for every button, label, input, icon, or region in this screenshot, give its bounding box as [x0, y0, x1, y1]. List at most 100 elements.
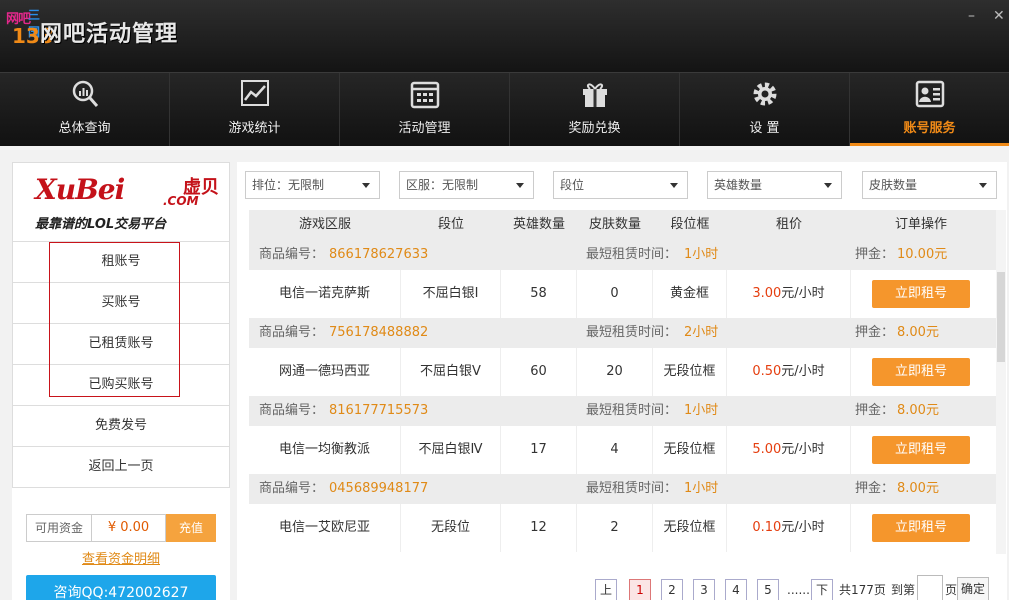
nav-reward-exchange[interactable]: 奖励兑换	[510, 73, 680, 147]
item-no-label: 商品编号：	[259, 325, 325, 340]
column-header-price: 租价	[775, 217, 802, 232]
brand-domain: .COM	[163, 194, 199, 208]
page-number-input[interactable]	[917, 575, 943, 600]
fund-row: 可用资金 ¥ 0.00 充值	[26, 514, 216, 542]
fund-label: 可用资金	[26, 514, 92, 542]
prev-page-button[interactable]: 上	[595, 579, 617, 600]
pager-ellipsis: ......	[787, 583, 810, 597]
price-value: 3.00	[752, 286, 782, 301]
line-chart-icon	[240, 80, 269, 106]
deposit-label: 押金：	[855, 481, 895, 496]
nav-activity-mgmt[interactable]: 活动管理	[340, 73, 510, 147]
cell-price: 3.00元/小时	[727, 270, 851, 318]
cell-rank: 无段位	[401, 504, 501, 552]
filter-skin-count-select[interactable]: 皮肤数量	[862, 171, 997, 199]
sidebar-item-buy-account[interactable]: 买账号	[12, 283, 230, 324]
close-button[interactable]: ✕	[993, 8, 1005, 24]
nav-settings[interactable]: 设 置	[680, 73, 850, 147]
sidebar-item-bought-accounts[interactable]: 已购买账号	[12, 365, 230, 406]
calendar-icon	[410, 81, 439, 109]
sidebar: XuBei 虚贝 .COM 最靠谱的LOL交易平台 租账号 买账号 已租赁账号 …	[12, 162, 230, 600]
minimize-button[interactable]: –	[968, 8, 975, 24]
cell-server: 电信一诺克萨斯	[249, 270, 401, 318]
cell-skins: 2	[577, 504, 653, 552]
total-pages: 共177页	[839, 583, 886, 597]
cell-rank: 不屈白银Ⅰ	[401, 270, 501, 318]
qq-consult-button[interactable]: 咨询QQ:472002627	[26, 575, 216, 600]
chevron-down-icon	[362, 183, 370, 188]
filter-rank-select[interactable]: 段位	[553, 171, 688, 199]
page-button-2[interactable]: 2	[661, 579, 683, 600]
deposit: 8.00元	[897, 481, 939, 496]
goto-confirm-button[interactable]: 确定	[957, 577, 990, 600]
min-time: 1小时	[684, 481, 719, 496]
search-chart-icon	[72, 80, 98, 107]
filter-hero-count-select[interactable]: 英雄数量	[707, 171, 842, 199]
nav-label: 设 置	[749, 121, 780, 136]
cell-frame: 无段位框	[653, 426, 727, 474]
next-page-button[interactable]: 下	[811, 579, 833, 600]
cell-heroes: 60	[501, 348, 577, 396]
item-no-label: 商品编号：	[259, 247, 325, 262]
gift-icon	[582, 83, 607, 107]
column-header-heroes: 英雄数量	[512, 217, 565, 232]
sidebar-item-rent-account[interactable]: 租账号	[12, 242, 230, 283]
min-time-label: 最短租赁时间：	[586, 481, 678, 496]
deposit-label: 押金：	[855, 247, 895, 262]
rent-now-button[interactable]: 立即租号	[872, 514, 970, 542]
nav-game-stats[interactable]: 游戏统计	[170, 73, 340, 147]
pagination: 上 1 2 3 4 5 ...... 下 共177页 到第 页 确定	[595, 575, 995, 600]
sidebar-item-free-accounts[interactable]: 免费发号	[12, 406, 230, 447]
column-header-frame: 段位框	[670, 217, 710, 232]
cell-skins: 0	[577, 270, 653, 318]
cell-server: 电信一艾欧尼亚	[249, 504, 401, 552]
page-button-4[interactable]: 4	[725, 579, 747, 600]
price-unit: 元/小时	[781, 364, 825, 379]
table-scrollbar[interactable]	[996, 210, 1006, 554]
page-button-3[interactable]: 3	[693, 579, 715, 600]
nav-overall-query[interactable]: 总体查询	[0, 73, 170, 147]
deposit-label: 押金：	[855, 325, 895, 340]
rent-now-button[interactable]: 立即租号	[872, 280, 970, 308]
page-button-5[interactable]: 5	[757, 579, 779, 600]
nav-label: 奖励兑换	[568, 121, 621, 136]
app-title: 网吧活动管理	[40, 22, 179, 47]
cell-rank: 不屈白银Ⅴ	[401, 348, 501, 396]
min-time: 2小时	[684, 325, 719, 340]
min-time-label: 最短租赁时间：	[586, 403, 678, 418]
rent-now-button[interactable]: 立即租号	[872, 436, 970, 464]
brand-slogan: 最靠谱的LOL交易平台	[35, 217, 167, 232]
nav-label: 账号服务	[903, 121, 956, 136]
column-header-skins: 皮肤数量	[588, 217, 641, 232]
main-area: XuBei 虚贝 .COM 最靠谱的LOL交易平台 租账号 买账号 已租赁账号 …	[0, 146, 1009, 600]
item-no-label: 商品编号：	[259, 403, 325, 418]
fund-details-link[interactable]: 查看资金明细	[12, 548, 230, 567]
item-no: 756178488882	[329, 325, 429, 340]
cell-heroes: 12	[501, 504, 577, 552]
table-row: 电信一艾欧尼亚 无段位 12 2 无段位框 0.10元/小时 立即租号	[249, 504, 996, 552]
filter-ranked-select[interactable]: 排位：无限制	[245, 171, 380, 199]
price-value: 0.10	[752, 520, 782, 535]
price-unit: 元/小时	[781, 520, 825, 535]
rent-now-button[interactable]: 立即租号	[872, 358, 970, 386]
select-value: 区服：无限制	[406, 178, 479, 192]
scrollbar-thumb[interactable]	[997, 272, 1005, 362]
table-row: 网通一德玛西亚 不屈白银Ⅴ 60 20 无段位框 0.50元/小时 立即租号	[249, 348, 996, 396]
nav-account-service[interactable]: 账号服务	[850, 73, 1009, 147]
recharge-button[interactable]: 充值	[166, 514, 216, 542]
select-value: 英雄数量	[714, 178, 763, 192]
deposit-label: 押金：	[855, 403, 895, 418]
table-row: 电信一诺克萨斯 不屈白银Ⅰ 58 0 黄金框 3.00元/小时 立即租号	[249, 270, 996, 318]
sidebar-item-go-back[interactable]: 返回上一页	[12, 447, 230, 488]
page-button-1[interactable]: 1	[629, 579, 651, 600]
cell-skins: 20	[577, 348, 653, 396]
sidebar-item-rented-accounts[interactable]: 已租赁账号	[12, 324, 230, 365]
filter-server-select[interactable]: 区服：无限制	[399, 171, 534, 199]
fund-balance: ¥ 0.00	[92, 514, 166, 542]
table-row: 电信一均衡教派 不屈白银Ⅳ 17 4 无段位框 5.00元/小时 立即租号	[249, 426, 996, 474]
brand-logo: XuBei	[35, 173, 125, 206]
cell-frame: 无段位框	[653, 348, 727, 396]
brand-banner[interactable]: XuBei 虚贝 .COM 最靠谱的LOL交易平台	[12, 162, 230, 242]
deposit: 8.00元	[897, 325, 939, 340]
listing-meta-row: 商品编号： 866178627633 最短租赁时间： 1小时 押金： 10.00…	[249, 240, 996, 270]
